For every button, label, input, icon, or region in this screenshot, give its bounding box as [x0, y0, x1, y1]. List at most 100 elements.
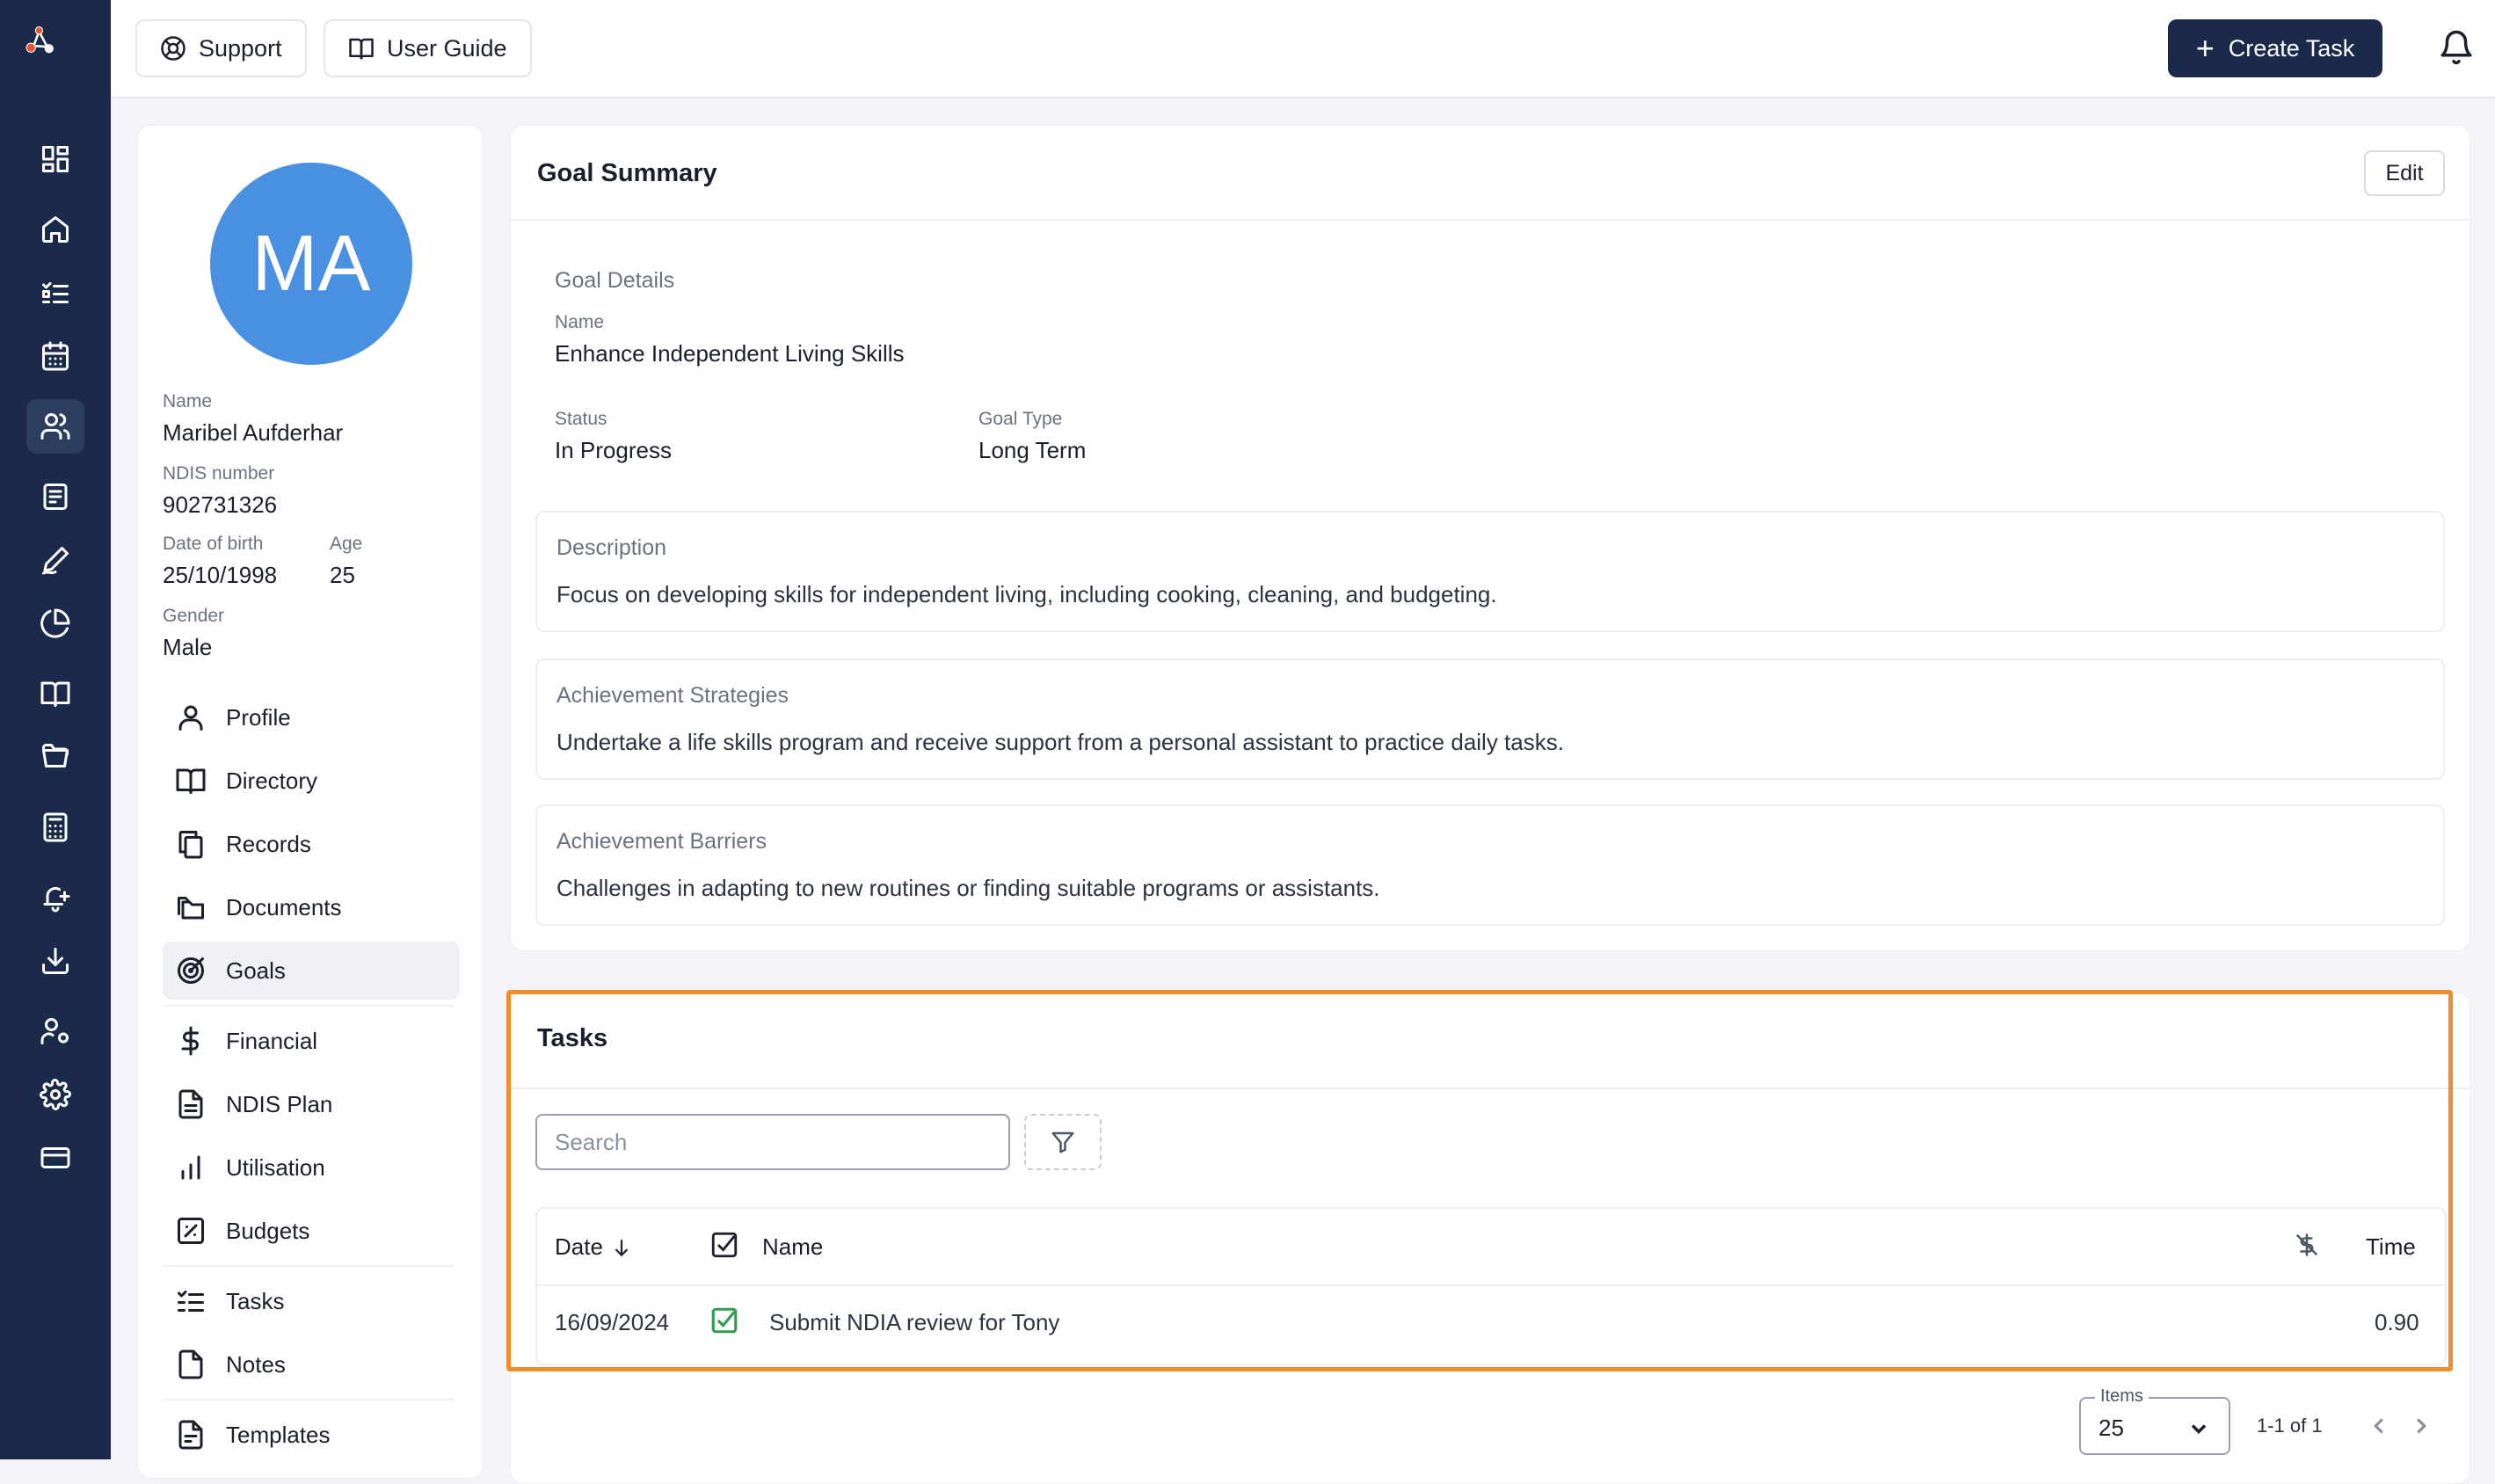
date-column-label: Date — [555, 1233, 603, 1260]
nav-budgets[interactable]: Budgets — [163, 1202, 460, 1260]
download-icon[interactable] — [26, 934, 84, 988]
strategies-label: Achievement Strategies — [556, 683, 789, 708]
user-guide-button[interactable]: User Guide — [324, 19, 532, 77]
nav-templates[interactable]: Templates — [163, 1406, 460, 1464]
next-page-button[interactable] — [2408, 1413, 2434, 1439]
tasks-title: Tasks — [537, 1024, 608, 1052]
task-name[interactable]: Submit NDIA review for Tony — [769, 1309, 1059, 1336]
ndis-number-label: NDIS number — [163, 463, 275, 484]
filter-icon — [1051, 1131, 1074, 1153]
edit-goal-button[interactable]: Edit — [2364, 150, 2445, 196]
file-text-icon — [178, 1089, 203, 1119]
name-column-header[interactable]: Name — [762, 1233, 823, 1261]
lifebuoy-icon — [161, 36, 185, 61]
no-dollar-icon — [2295, 1233, 2318, 1256]
nav-tasks[interactable]: Tasks — [163, 1272, 460, 1330]
forms-icon[interactable] — [26, 469, 84, 524]
nav-financial-label: Financial — [226, 1027, 318, 1054]
nav-divider — [163, 1005, 453, 1007]
plus-icon: + — [2195, 30, 2215, 66]
items-per-page-select[interactable]: Items 25 — [2079, 1386, 2230, 1455]
reports-pie-icon[interactable] — [26, 596, 84, 651]
goal-summary-title: Goal Summary — [537, 159, 717, 187]
user-settings-icon[interactable] — [26, 1004, 84, 1058]
calendar-icon[interactable] — [26, 329, 84, 383]
billable-column-header[interactable] — [2294, 1232, 2320, 1264]
alarm-icon[interactable] — [26, 870, 84, 925]
prev-page-button[interactable] — [2366, 1413, 2392, 1439]
nav-utilisation[interactable]: Utilisation — [163, 1138, 460, 1197]
nav-utilisation-label: Utilisation — [226, 1153, 325, 1181]
dashboard-icon[interactable] — [26, 132, 84, 186]
app-sidebar — [0, 0, 111, 1459]
date-column-header[interactable]: Date — [555, 1233, 633, 1261]
age-value: 25 — [330, 562, 355, 588]
filter-button[interactable] — [1024, 1114, 1102, 1170]
participant-name: Maribel Aufderhar — [163, 419, 344, 446]
nav-goals[interactable]: Goals — [163, 942, 460, 1000]
percent-square-icon — [178, 1218, 204, 1244]
task-list-icon[interactable] — [26, 266, 84, 320]
participant-avatar: MA — [210, 163, 412, 365]
gender-value: Male — [163, 634, 213, 660]
dob-label: Date of birth — [163, 534, 264, 554]
tasks-table: Date Name Time 16/09/2024 Submit NDIA re… — [535, 1207, 2447, 1365]
signature-icon[interactable] — [26, 533, 84, 587]
checkbox-checked-icon — [711, 1232, 738, 1258]
strategies-section: Achievement Strategies Undertake a life … — [535, 658, 2445, 780]
goal-summary-card: Goal Summary Edit Goal Details Name Enha… — [510, 125, 2470, 951]
home-icon[interactable] — [26, 202, 84, 257]
nav-templates-label: Templates — [226, 1421, 331, 1448]
participant-card: MA Name Maribel Aufderhar NDIS number 90… — [137, 125, 484, 1479]
barriers-label: Achievement Barriers — [556, 829, 767, 854]
nav-documents[interactable]: Documents — [163, 878, 460, 936]
notifications-bell-icon[interactable] — [2432, 23, 2481, 72]
folders-icon — [178, 897, 204, 920]
barriers-section: Achievement Barriers Challenges in adapt… — [535, 804, 2445, 926]
nav-profile[interactable]: Profile — [163, 688, 460, 746]
nav-financial[interactable]: Financial — [163, 1012, 460, 1070]
book-open-icon — [176, 768, 206, 794]
nav-divider — [163, 1265, 453, 1267]
nav-directory[interactable]: Directory — [163, 752, 460, 810]
task-time: 0.90 — [2375, 1309, 2419, 1335]
create-task-button[interactable]: + Create Task — [2168, 19, 2382, 77]
support-label: Support — [199, 34, 282, 62]
billing-card-icon[interactable] — [26, 1131, 84, 1185]
goal-summary-header: Goal Summary Edit — [511, 126, 2470, 221]
book-icon[interactable] — [26, 666, 84, 721]
folder-icon[interactable] — [26, 730, 84, 784]
tasks-card: Tasks Date Name Time 16/09/2024 Submit N… — [510, 992, 2470, 1484]
nav-divider — [163, 1399, 453, 1400]
nav-directory-label: Directory — [226, 767, 318, 794]
goal-name: Enhance Independent Living Skills — [555, 340, 905, 367]
support-button[interactable]: Support — [135, 19, 307, 77]
target-icon — [178, 957, 204, 984]
app-logo[interactable] — [25, 25, 86, 81]
task-date: 16/09/2024 — [555, 1309, 670, 1335]
time-column-header[interactable]: Time — [2366, 1233, 2416, 1261]
nav-records[interactable]: Records — [163, 815, 460, 873]
template-icon — [178, 1420, 203, 1450]
completed-column-header[interactable] — [709, 1230, 739, 1266]
nav-goals-label: Goals — [226, 957, 286, 984]
strategies-text: Undertake a life skills program and rece… — [556, 729, 1564, 755]
nav-profile-label: Profile — [226, 703, 291, 731]
user-guide-label: User Guide — [387, 34, 507, 62]
task-search-input[interactable] — [535, 1114, 1010, 1170]
task-completed-check[interactable] — [709, 1306, 739, 1342]
goal-status-label: Status — [555, 409, 607, 429]
goal-type: Long Term — [978, 437, 1087, 463]
sort-down-arrow-icon — [615, 1239, 629, 1256]
settings-icon[interactable] — [26, 1067, 84, 1122]
task-list-icon — [178, 1291, 204, 1312]
nav-records-label: Records — [226, 830, 311, 857]
nav-notes[interactable]: Notes — [163, 1335, 460, 1393]
nav-ndis-plan-label: NDIS Plan — [226, 1090, 333, 1117]
participants-icon[interactable] — [26, 399, 84, 454]
nav-ndis-plan[interactable]: NDIS Plan — [163, 1075, 460, 1133]
chevron-left-icon — [2374, 1418, 2383, 1434]
calculator-icon[interactable] — [26, 800, 84, 855]
ndis-number: 902731326 — [163, 491, 278, 518]
description-section: Description Focus on developing skills f… — [535, 511, 2445, 632]
